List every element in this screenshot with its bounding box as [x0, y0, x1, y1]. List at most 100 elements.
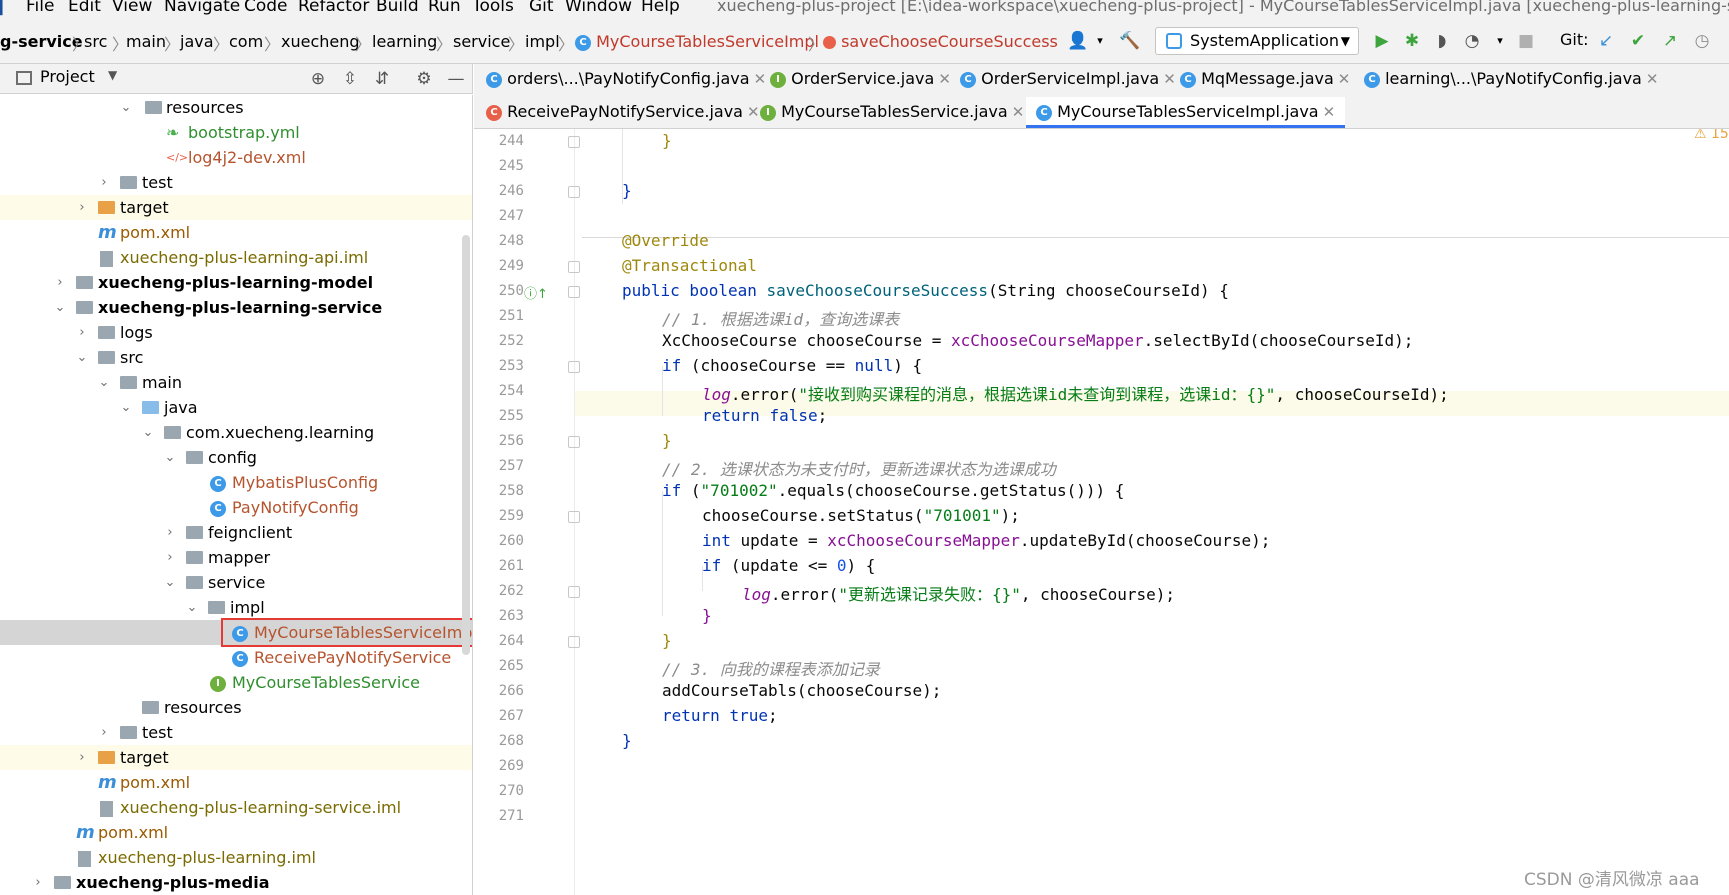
code-editor[interactable]: 244 245 246 247 248 249 250 251 252 253 … — [474, 129, 1729, 895]
tree-node-pom-xml-2[interactable]: m pom.xml — [0, 770, 472, 795]
stop-icon[interactable]: ■ — [1514, 29, 1538, 53]
breadcrumb-learning[interactable]: learning — [372, 32, 437, 51]
fold-marker-icon[interactable] — [568, 586, 580, 598]
menu-edit[interactable]: Edit — [68, 0, 101, 16]
breadcrumb-class[interactable]: C MyCourseTablesServiceImpl — [575, 32, 819, 51]
tree-node-test[interactable]: › test — [0, 170, 472, 195]
menu-code[interactable]: Code — [244, 0, 288, 16]
tree-node-resources-2[interactable]: resources — [0, 695, 472, 720]
chevron-down-icon[interactable]: ▾ — [1088, 29, 1112, 53]
menu-git[interactable]: Git — [529, 0, 554, 16]
menu-navigate[interactable]: Navigate — [164, 0, 240, 16]
tab-orderservice[interactable]: I OrderService.java ✕ — [770, 64, 951, 95]
tree-scrollbar[interactable] — [462, 235, 470, 655]
menu-file[interactable]: File — [26, 0, 54, 16]
close-icon[interactable]: ✕ — [938, 70, 951, 88]
minimize-icon[interactable]: — — [444, 67, 468, 91]
git-commit-icon[interactable]: ✔ — [1626, 29, 1650, 53]
tree-node-module-service[interactable]: ⌄ xuecheng-plus-learning-service — [0, 295, 472, 320]
tree-node-module-model[interactable]: › xuecheng-plus-learning-model — [0, 270, 472, 295]
menu-view[interactable]: View — [112, 0, 152, 16]
tree-node-service-iml[interactable]: xuecheng-plus-learning-service.iml — [0, 795, 472, 820]
close-icon[interactable]: ✕ — [1646, 70, 1659, 88]
chevron-down-icon[interactable]: ▼ — [108, 68, 117, 82]
tree-node-module-media[interactable]: › xuecheng-plus-media — [0, 870, 472, 895]
fold-marker-icon[interactable] — [568, 186, 580, 198]
tree-node-mybatisplusconfig[interactable]: C MybatisPlusConfig — [0, 470, 472, 495]
build-hammer-icon[interactable]: 🔨 — [1118, 29, 1142, 53]
tree-node-learning-iml[interactable]: xuecheng-plus-learning.iml — [0, 845, 472, 870]
warnings-indicator[interactable]: ⚠ 15 — [1694, 129, 1729, 142]
expand-all-icon[interactable]: ⇳ — [338, 67, 362, 91]
tree-node-pom-xml-3[interactable]: m pom.xml — [0, 820, 472, 845]
close-icon[interactable]: ✕ — [747, 103, 760, 121]
tab-mycoursetablesserviceimpl-active[interactable]: C MyCourseTablesServiceImpl.java ✕ — [1026, 97, 1346, 128]
locate-icon[interactable]: ⊕ — [306, 67, 330, 91]
coverage-icon[interactable]: ◗ — [1430, 29, 1454, 53]
fold-marker-icon[interactable] — [568, 261, 580, 273]
chevron-down-icon[interactable]: ▾ — [1488, 29, 1512, 53]
close-icon[interactable]: ✕ — [1338, 70, 1351, 88]
tree-node-main[interactable]: ⌄ main — [0, 370, 472, 395]
menu-tools[interactable]: Tools — [472, 0, 514, 16]
tree-node-target-2[interactable]: › target — [0, 745, 472, 770]
breadcrumb-com[interactable]: com — [229, 32, 263, 51]
breadcrumb-module[interactable]: g-service — [0, 32, 83, 51]
fold-marker-icon[interactable] — [568, 286, 580, 298]
tree-node-config[interactable]: ⌄ config — [0, 445, 472, 470]
tree-node-service[interactable]: ⌄ service — [0, 570, 472, 595]
menu-window[interactable]: Window — [565, 0, 632, 16]
breadcrumb-method[interactable]: saveChooseCourseSuccess — [823, 32, 1058, 51]
tree-node-paynotifyconfig[interactable]: C PayNotifyConfig — [0, 495, 472, 520]
breadcrumb-service[interactable]: service — [453, 32, 510, 51]
tab-mycoursetablesservice[interactable]: I MyCourseTablesService.java ✕ — [760, 97, 1024, 128]
gear-icon[interactable]: ⚙ — [412, 67, 436, 91]
close-icon[interactable]: ✕ — [1323, 103, 1336, 121]
project-view-title[interactable]: Project — [40, 67, 95, 86]
close-icon[interactable]: ✕ — [754, 70, 767, 88]
tree-node-java[interactable]: ⌄ java — [0, 395, 472, 420]
tree-node-impl[interactable]: ⌄ impl — [0, 595, 472, 620]
tree-node-test-2[interactable]: › test — [0, 720, 472, 745]
breadcrumb-xuecheng[interactable]: xuecheng — [281, 32, 360, 51]
tab-orders-paynotifyconfig[interactable]: C orders\...\PayNotifyConfig.java ✕ — [486, 64, 766, 95]
tree-node-log4j2-xml[interactable]: </> log4j2-dev.xml — [0, 145, 472, 170]
tree-node-feignclient[interactable]: › feignclient — [0, 520, 472, 545]
tree-node-package-learning[interactable]: ⌄ com.xuecheng.learning — [0, 420, 472, 445]
tab-learning-paynotifyconfig[interactable]: C learning\...\PayNotifyConfig.java ✕ — [1364, 64, 1658, 95]
tree-node-mapper[interactable]: › mapper — [0, 545, 472, 570]
tree-node-iml[interactable]: xuecheng-plus-learning-api.iml — [0, 245, 472, 270]
tree-node-target[interactable]: › target — [0, 195, 472, 220]
tab-mqmessage[interactable]: C MqMessage.java ✕ — [1180, 64, 1350, 95]
run-icon[interactable]: ▶ — [1370, 29, 1394, 53]
tree-node-pom-xml[interactable]: m pom.xml — [0, 220, 472, 245]
close-icon[interactable]: ✕ — [1163, 70, 1176, 88]
breadcrumb-main[interactable]: main — [126, 32, 166, 51]
fold-marker-icon[interactable] — [568, 511, 580, 523]
run-configuration-select[interactable]: SystemApplication ▼ — [1155, 27, 1359, 55]
git-update-icon[interactable]: ↙ — [1594, 29, 1618, 53]
tab-receivepaynotifyservice[interactable]: C ReceivePayNotifyService.java ✕ — [486, 97, 760, 128]
fold-marker-icon[interactable] — [568, 136, 580, 148]
fold-marker-icon[interactable] — [568, 436, 580, 448]
breadcrumb-impl[interactable]: impl — [525, 32, 560, 51]
tab-orderserviceimpl[interactable]: C OrderServiceImpl.java ✕ — [960, 64, 1176, 95]
collapse-all-icon[interactable]: ⇵ — [370, 67, 394, 91]
tree-node-receivepaynotifyservice[interactable]: C ReceivePayNotifyService — [0, 645, 472, 670]
user-icon[interactable]: 👤 — [1066, 29, 1090, 53]
implements-gutter-icon[interactable]: ⓘ↑ — [524, 283, 548, 302]
debug-icon[interactable]: ✱ — [1400, 29, 1424, 53]
fold-marker-icon[interactable] — [568, 361, 580, 373]
tree-node-logs[interactable]: › logs — [0, 320, 472, 345]
close-icon[interactable]: ✕ — [1012, 103, 1025, 121]
tree-node-resources[interactable]: ⌄ resources — [0, 95, 472, 120]
menu-help[interactable]: Help — [641, 0, 680, 16]
git-push-icon[interactable]: ↗ — [1658, 29, 1682, 53]
history-icon[interactable]: ◷ — [1690, 29, 1714, 53]
tree-node-mycoursetablesservice[interactable]: I MyCourseTablesService — [0, 670, 472, 695]
breadcrumb-java[interactable]: java — [180, 32, 214, 51]
menu-refactor[interactable]: Refactor — [298, 0, 369, 16]
menu-run[interactable]: Run — [428, 0, 461, 16]
tree-node-src[interactable]: ⌄ src — [0, 345, 472, 370]
profile-icon[interactable]: ◔ — [1460, 29, 1484, 53]
